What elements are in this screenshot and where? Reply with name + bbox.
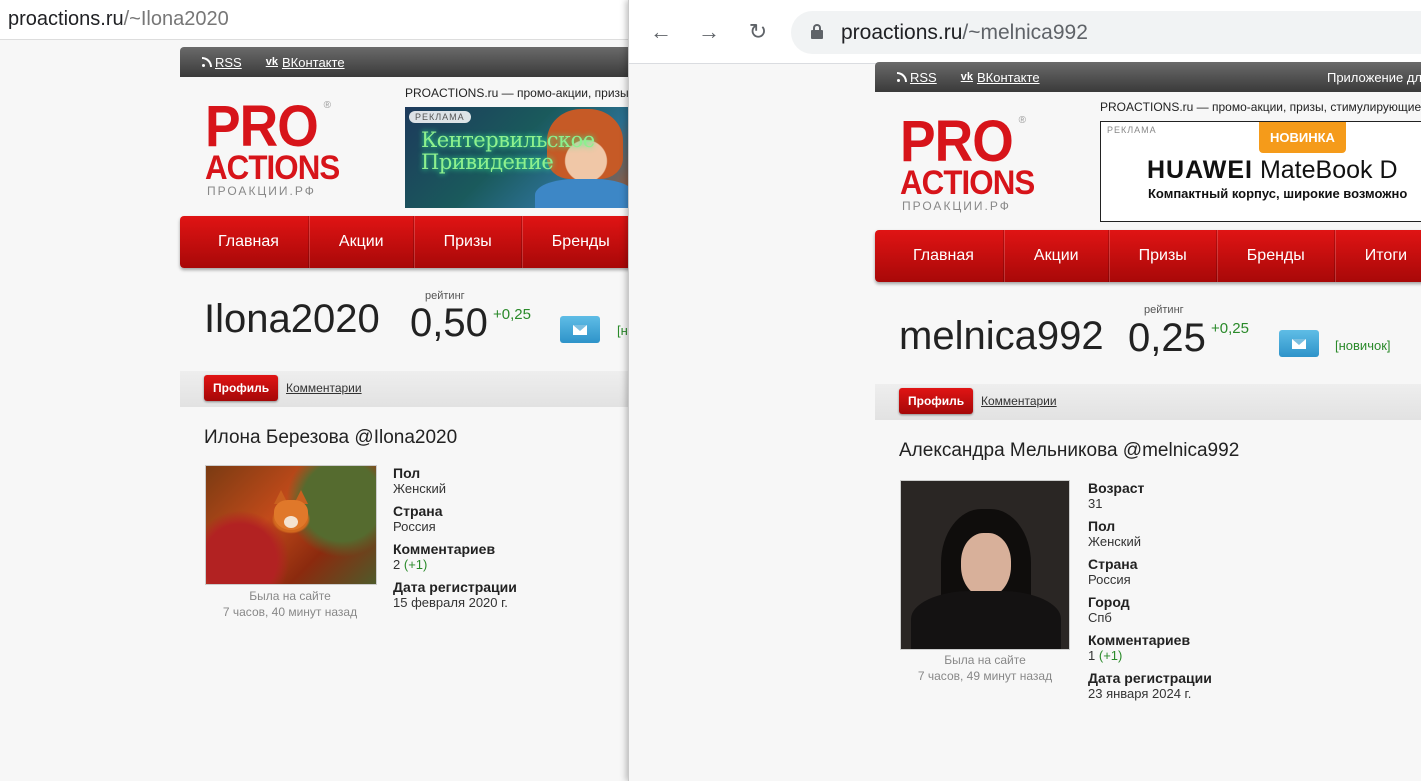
rss-icon bbox=[202, 57, 212, 67]
left-status: [н bbox=[617, 323, 628, 338]
left-url-host: proactions.ru bbox=[8, 8, 124, 30]
left-browser-window: proactions.ru/~Ilona2020 RSS vk ВКонтакте… bbox=[0, 0, 628, 781]
right-ad-banner[interactable]: РЕКЛАМА НОВИНКА HUAWEI MateBook D Компак… bbox=[1100, 121, 1421, 222]
right-field-value: 23 января 2024 г. bbox=[1088, 686, 1192, 701]
right-top-strip: RSS vk ВКонтакте Приложение дл bbox=[875, 62, 1421, 92]
left-url-path: /~Ilona2020 bbox=[123, 8, 229, 30]
rss-icon bbox=[897, 72, 907, 82]
right-menu-home[interactable]: Главная bbox=[875, 230, 1004, 282]
right-profile-tabs: Профиль Комментарии bbox=[875, 384, 1421, 420]
left-ad-title: Кентервильское Привидение bbox=[421, 128, 595, 174]
back-arrow-icon[interactable]: ← bbox=[648, 19, 674, 45]
left-last-seen: Была на сайте 7 часов, 40 минут назад bbox=[222, 589, 358, 619]
right-vk-link[interactable]: vk ВКонтакте bbox=[961, 70, 1040, 85]
vk-icon: vk bbox=[960, 71, 973, 83]
left-field-label: Пол bbox=[393, 465, 421, 481]
left-tab-comments[interactable]: Комментарии bbox=[286, 381, 362, 395]
right-avatar bbox=[900, 480, 1070, 650]
right-browser-toolbar: ← → ↻ proactions.ru/~melnica992 bbox=[629, 0, 1421, 64]
right-tagline: PROACTIONS.ru — промо-акции, призы, стим… bbox=[1100, 100, 1421, 114]
right-url-host: proactions.ru bbox=[841, 21, 963, 44]
right-field-label: Город bbox=[1088, 594, 1130, 610]
left-field-label: Комментариев bbox=[393, 541, 496, 557]
left-site-logo[interactable]: ® PRO ACTIONS ПРОАКЦИИ.РФ bbox=[205, 98, 340, 199]
left-rss-link[interactable]: RSS bbox=[202, 55, 242, 70]
right-ad-brand: HUAWEI MateBook D bbox=[1147, 156, 1398, 184]
left-field-value: Женский bbox=[393, 481, 446, 496]
vk-icon: vk bbox=[265, 56, 278, 68]
left-address-bar[interactable]: proactions.ru/~Ilona2020 bbox=[0, 0, 628, 40]
right-menu-results[interactable]: Итоги bbox=[1334, 230, 1421, 282]
left-profile-info: Пол Женский Страна Россия Комментариев 2… bbox=[393, 465, 517, 617]
right-address-bar[interactable]: proactions.ru/~melnica992 bbox=[791, 11, 1421, 54]
left-menu-prizes[interactable]: Призы bbox=[413, 216, 522, 268]
right-rss-link[interactable]: RSS bbox=[897, 70, 937, 85]
left-top-strip: RSS vk ВКонтакте bbox=[180, 47, 628, 77]
right-last-seen: Была на сайте 7 часов, 49 минут назад bbox=[917, 653, 1053, 683]
right-browser-window: ← → ↻ proactions.ru/~melnica992 RSS vk ВК… bbox=[628, 0, 1421, 781]
right-field-label: Пол bbox=[1088, 518, 1116, 534]
left-fullname: Илона Березова @Ilona2020 bbox=[204, 427, 458, 448]
right-site: RSS vk ВКонтакте Приложение дл ® PRO ACTI… bbox=[875, 62, 1421, 701]
right-app-link[interactable]: Приложение дл bbox=[1327, 70, 1421, 85]
left-tagline: PROACTIONS.ru — промо-акции, призы bbox=[405, 86, 628, 100]
right-field-value: Женский bbox=[1088, 534, 1141, 549]
right-ad-new-badge: НОВИНКА bbox=[1259, 122, 1346, 153]
left-username: Ilona2020 bbox=[204, 297, 380, 341]
lock-icon bbox=[811, 24, 823, 39]
left-ad-badge: РЕКЛАМА bbox=[409, 111, 471, 123]
right-menu-actions[interactable]: Акции bbox=[1003, 230, 1109, 282]
right-status: [новичок] bbox=[1335, 338, 1391, 353]
left-field-value: 15 февраля 2020 г. bbox=[393, 595, 508, 610]
right-menu-prizes[interactable]: Призы bbox=[1108, 230, 1217, 282]
right-rating-value: 0,25 bbox=[1128, 316, 1206, 360]
left-menu-brands[interactable]: Бренды bbox=[521, 216, 628, 268]
left-comments-count: 2 (+1) bbox=[393, 557, 428, 572]
right-field-label: Дата регистрации bbox=[1088, 670, 1212, 686]
right-field-label: Комментариев bbox=[1088, 632, 1191, 648]
right-url-path: /~melnica992 bbox=[962, 21, 1088, 44]
left-rating-delta: +0,25 bbox=[493, 306, 531, 323]
envelope-icon bbox=[573, 325, 587, 335]
right-fullname: Александра Мельникова @melnica992 bbox=[899, 440, 1240, 461]
right-ad-badge: РЕКЛАМА bbox=[1107, 125, 1157, 135]
right-field-label: Возраст bbox=[1088, 480, 1145, 496]
right-username: melnica992 bbox=[899, 314, 1104, 358]
left-ad-banner[interactable]: Кентервильское Привидение РЕКЛАМА bbox=[405, 107, 628, 208]
right-profile-info: Возраст 31 Пол Женский Страна Россия Гор… bbox=[1088, 480, 1212, 708]
left-field-value: Россия bbox=[393, 519, 436, 534]
left-menu-home[interactable]: Главная bbox=[180, 216, 309, 268]
left-site: RSS vk ВКонтакте ® PRO ACTIONS ПРОАКЦИИ.Р… bbox=[180, 47, 628, 619]
right-ad-subtitle: Компактный корпус, широкие возможно bbox=[1148, 186, 1408, 201]
right-user-header: melnica992 рейтинг 0,25 +0,25 [новичок] bbox=[875, 292, 1421, 362]
right-tab-profile[interactable]: Профиль bbox=[899, 388, 974, 414]
right-site-logo[interactable]: ® PRO ACTIONS ПРОАКЦИИ.РФ bbox=[900, 113, 1035, 214]
left-user-header: Ilona2020 рейтинг 0,50 +0,25 [н bbox=[180, 277, 628, 347]
left-vk-link[interactable]: vk ВКонтакте bbox=[266, 55, 345, 70]
left-rating-value: 0,50 bbox=[410, 301, 488, 345]
left-avatar bbox=[205, 465, 377, 585]
envelope-icon bbox=[1292, 339, 1306, 349]
right-tab-comments[interactable]: Комментарии bbox=[981, 394, 1057, 408]
right-comments-count: 1 (+1) bbox=[1088, 648, 1123, 663]
left-field-label: Страна bbox=[393, 503, 443, 519]
right-field-value: Спб bbox=[1088, 610, 1112, 625]
forward-arrow-icon[interactable]: → bbox=[696, 19, 722, 45]
left-main-menu: Главная Акции Призы Бренды bbox=[180, 216, 628, 268]
right-field-value: Россия bbox=[1088, 572, 1131, 587]
left-message-button[interactable] bbox=[560, 316, 600, 343]
right-rating-label: рейтинг bbox=[1144, 304, 1184, 316]
right-field-value: 31 bbox=[1088, 496, 1103, 511]
right-field-label: Страна bbox=[1088, 556, 1138, 572]
left-tab-profile[interactable]: Профиль bbox=[204, 375, 279, 401]
right-message-button[interactable] bbox=[1279, 330, 1319, 357]
left-menu-actions[interactable]: Акции bbox=[308, 216, 414, 268]
right-rating-delta: +0,25 bbox=[1211, 320, 1249, 337]
left-field-label: Дата регистрации bbox=[393, 579, 517, 595]
left-profile-tabs: Профиль Комментарии bbox=[180, 371, 628, 407]
reload-icon[interactable]: ↻ bbox=[745, 19, 771, 45]
right-main-menu: Главная Акции Призы Бренды Итоги bbox=[875, 230, 1421, 282]
right-menu-brands[interactable]: Бренды bbox=[1216, 230, 1335, 282]
